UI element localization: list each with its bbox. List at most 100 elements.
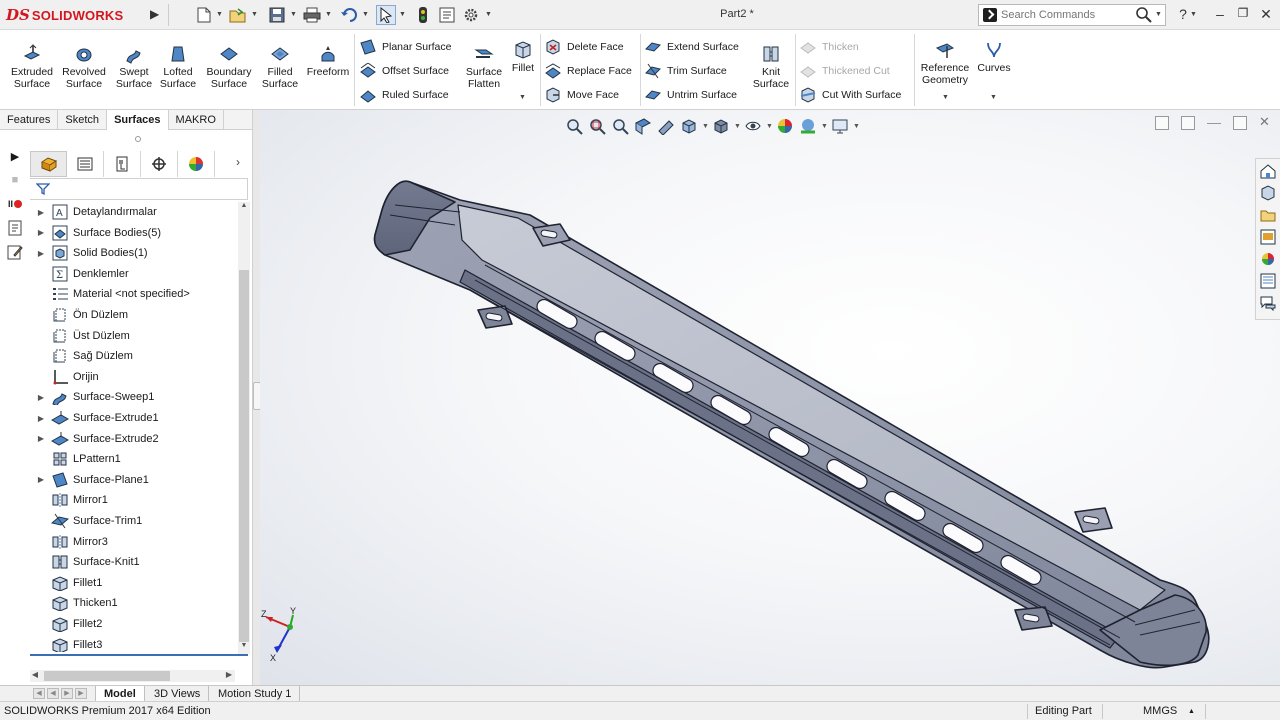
apply-scene-icon[interactable] bbox=[798, 116, 818, 136]
viewport-close-icon[interactable]: ✕ bbox=[1259, 115, 1273, 130]
unit-system[interactable]: MMGS bbox=[1143, 705, 1177, 717]
run-macro-icon[interactable]: ▶ bbox=[6, 148, 24, 164]
expand-arrow-icon[interactable]: ▶ bbox=[36, 249, 46, 258]
undo-icon[interactable] bbox=[339, 5, 359, 25]
tree-node[interactable]: Ön Düzlem bbox=[30, 305, 238, 325]
knit-surface-button[interactable]: Knit Surface bbox=[750, 44, 792, 90]
previous-view-icon[interactable] bbox=[610, 116, 630, 136]
open-dropdown-icon[interactable]: ▼ bbox=[251, 11, 258, 18]
curves-dropdown-icon[interactable]: ▼ bbox=[990, 94, 997, 101]
tab-sketch[interactable]: Sketch bbox=[58, 110, 108, 130]
tree-node[interactable]: Σ Denklemler bbox=[30, 264, 238, 284]
property-manager-tab-icon[interactable] bbox=[67, 151, 104, 177]
appearances-scenes-icon[interactable] bbox=[1259, 250, 1277, 268]
expand-arrow-icon[interactable]: ▶ bbox=[36, 434, 46, 443]
solidworks-logo[interactable]: DS SOLIDWORKS bbox=[6, 5, 123, 25]
options-gear-icon[interactable] bbox=[461, 5, 481, 25]
file-explorer-icon[interactable] bbox=[1259, 206, 1277, 224]
revolved-surface-button[interactable]: Revolved Surface bbox=[60, 44, 108, 90]
expand-arrow-icon[interactable]: ▶ bbox=[36, 228, 46, 237]
untrim-surface-button[interactable]: Untrim Surface bbox=[645, 86, 737, 104]
hide-show-items-icon[interactable] bbox=[743, 116, 763, 136]
tree-node[interactable]: Mirror1 bbox=[30, 490, 238, 510]
scroll-thumb[interactable] bbox=[44, 671, 170, 681]
tree-node[interactable]: Material <not specified> bbox=[30, 284, 238, 304]
expand-arrow-icon[interactable]: ▶ bbox=[36, 208, 46, 217]
tree-node[interactable]: Thicken1 bbox=[30, 593, 238, 613]
tree-node[interactable]: Üst Düzlem bbox=[30, 326, 238, 346]
delete-face-button[interactable]: Delete Face bbox=[545, 38, 624, 56]
tree-node[interactable]: ▶ Surface-Plane1 bbox=[30, 470, 238, 490]
select-icon[interactable] bbox=[376, 5, 396, 25]
save-icon[interactable] bbox=[267, 5, 287, 25]
display-style-icon[interactable] bbox=[711, 116, 731, 136]
tree-node[interactable]: Fillet2 bbox=[30, 614, 238, 634]
rollback-bar[interactable] bbox=[30, 654, 248, 656]
tree-filter[interactable] bbox=[30, 178, 248, 200]
graphics-area[interactable]: ▼ ▼ ▼ ▼ ▼ ✕ Z Y X bbox=[260, 110, 1280, 685]
view-palette-icon[interactable] bbox=[1259, 228, 1277, 246]
view-settings-dropdown-icon[interactable]: ▼ bbox=[853, 123, 860, 130]
replace-face-button[interactable]: Replace Face bbox=[545, 62, 632, 80]
viewport-tile-right-icon[interactable] bbox=[1181, 116, 1195, 130]
reference-geometry-dropdown-icon[interactable]: ▼ bbox=[942, 94, 949, 101]
section-view-icon[interactable] bbox=[633, 116, 653, 136]
tree-node[interactable]: LPattern1 bbox=[30, 449, 238, 469]
expand-arrow-icon[interactable]: ▶ bbox=[36, 414, 46, 423]
filled-surface-button[interactable]: Filled Surface bbox=[260, 44, 300, 90]
new-dropdown-icon[interactable]: ▼ bbox=[216, 11, 223, 18]
zoom-to-fit-icon[interactable] bbox=[564, 116, 584, 136]
tab-model[interactable]: Model bbox=[95, 686, 145, 702]
part-model-3d[interactable] bbox=[260, 110, 1280, 685]
solidworks-resources-icon[interactable] bbox=[1259, 162, 1277, 180]
tree-node[interactable]: ▶ A Detaylandırmalar bbox=[30, 202, 238, 222]
new-document-icon[interactable] bbox=[194, 5, 214, 25]
fillet-dropdown-icon[interactable]: ▼ bbox=[519, 94, 526, 101]
design-library-icon[interactable] bbox=[1259, 184, 1277, 202]
search-input[interactable] bbox=[1001, 9, 1131, 21]
tree-node[interactable]: Mirror3 bbox=[30, 532, 238, 552]
print-dropdown-icon[interactable]: ▼ bbox=[325, 11, 332, 18]
panel-grip[interactable] bbox=[135, 136, 141, 142]
search-icon[interactable] bbox=[1135, 6, 1153, 27]
thickened-cut-button[interactable]: Thickened Cut bbox=[800, 62, 890, 80]
unit-system-dropdown-icon[interactable]: ▲ bbox=[1188, 708, 1195, 715]
options-dropdown-icon[interactable]: ▼ bbox=[485, 11, 492, 18]
tab-makro[interactable]: MAKRO bbox=[169, 110, 224, 130]
apply-scene-dropdown-icon[interactable]: ▼ bbox=[821, 123, 828, 130]
last-tab-icon[interactable]: ▶ bbox=[75, 688, 87, 699]
save-dropdown-icon[interactable]: ▼ bbox=[290, 11, 297, 18]
display-manager-tab-icon[interactable] bbox=[178, 151, 215, 177]
lofted-surface-button[interactable]: Lofted Surface bbox=[158, 44, 198, 90]
ruled-surface-button[interactable]: Ruled Surface bbox=[360, 86, 449, 104]
extend-surface-button[interactable]: Extend Surface bbox=[645, 38, 739, 56]
tree-node[interactable]: ▶ Surface-Extrude2 bbox=[30, 429, 238, 449]
rebuild-icon[interactable] bbox=[413, 5, 433, 25]
scroll-up-icon[interactable]: ▲ bbox=[239, 202, 249, 214]
swept-surface-button[interactable]: Swept Surface bbox=[112, 44, 156, 90]
viewport-tile-left-icon[interactable] bbox=[1155, 116, 1169, 130]
tab-surfaces[interactable]: Surfaces bbox=[107, 110, 169, 130]
tab-features[interactable]: Features bbox=[0, 110, 59, 130]
first-tab-icon[interactable]: ◀ bbox=[33, 688, 45, 699]
view-orientation-dropdown-icon[interactable]: ▼ bbox=[702, 123, 709, 130]
scroll-down-icon[interactable]: ▼ bbox=[239, 642, 249, 654]
tree-node[interactable]: ▶ Surface-Sweep1 bbox=[30, 387, 238, 408]
cut-with-surface-button[interactable]: Cut With Surface bbox=[800, 86, 901, 104]
trim-surface-button[interactable]: Trim Surface bbox=[645, 62, 727, 80]
dynamic-annotation-view-icon[interactable] bbox=[656, 116, 676, 136]
stop-macro-icon[interactable]: ■ bbox=[6, 172, 24, 188]
tree-node[interactable]: Fillet1 bbox=[30, 573, 238, 593]
tab-3d-views[interactable]: 3D Views bbox=[146, 686, 210, 702]
tree-node[interactable]: Sağ Düzlem bbox=[30, 346, 238, 366]
help-dropdown-icon[interactable]: ▼ bbox=[1190, 11, 1197, 18]
file-properties-icon[interactable] bbox=[437, 5, 457, 25]
viewport-restore-icon[interactable] bbox=[1233, 116, 1247, 130]
hide-show-dropdown-icon[interactable]: ▼ bbox=[766, 123, 773, 130]
tree-horizontal-scrollbar[interactable]: ◀ ▶ bbox=[30, 670, 235, 682]
zoom-to-area-icon[interactable] bbox=[587, 116, 607, 136]
boundary-surface-button[interactable]: Boundary Surface bbox=[200, 44, 258, 90]
offset-surface-button[interactable]: Offset Surface bbox=[360, 62, 449, 80]
open-icon[interactable] bbox=[228, 5, 248, 25]
next-tab-icon[interactable]: ▶ bbox=[61, 688, 73, 699]
